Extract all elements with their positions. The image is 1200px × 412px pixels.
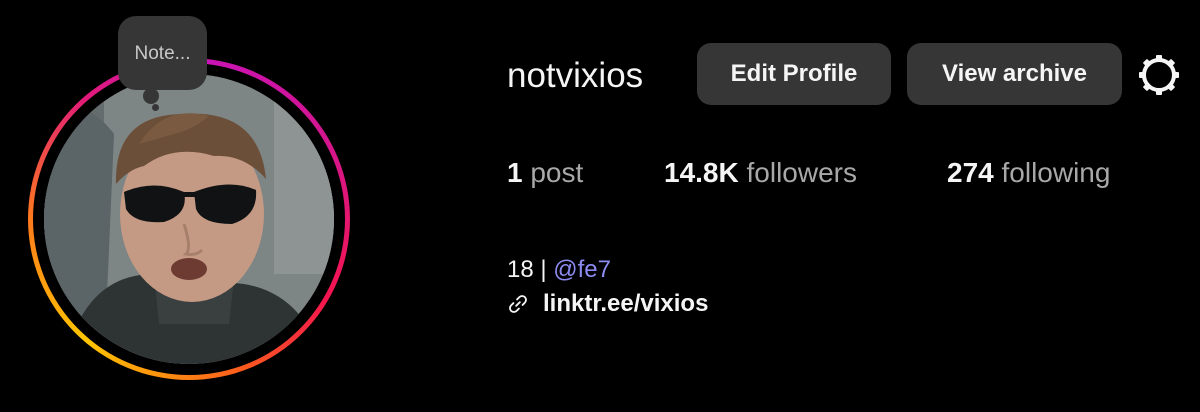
profile-header: Note... notvixios Edit Profile View arch… [0, 0, 1200, 412]
posts-count-value: 1 [507, 157, 523, 188]
followers-count-label: followers [746, 157, 857, 188]
bio-link-text: linktr.ee/vixios [543, 290, 709, 317]
edit-profile-button[interactable]: Edit Profile [697, 43, 891, 105]
view-archive-button[interactable]: View archive [907, 43, 1122, 105]
bio-mention-link[interactable]: @fe7 [553, 256, 611, 283]
bio-age-text: 18 | [507, 256, 554, 283]
followers-count-link[interactable]: 14.8K followers [664, 155, 857, 191]
following-count-link[interactable]: 274 following [947, 155, 1110, 191]
avatar-photo-image [44, 74, 334, 364]
note-bubble[interactable]: Note... [118, 16, 207, 90]
posts-count-label: post [530, 157, 584, 188]
bio-text: 18 | @fe7 [507, 254, 611, 286]
following-count-value: 274 [947, 157, 994, 188]
note-bubble-tail-small [152, 104, 159, 111]
posts-count: 1 post [507, 155, 583, 191]
followers-count-value: 14.8K [664, 157, 739, 188]
avatar-story-ring[interactable] [28, 58, 350, 380]
following-count-label: following [1001, 157, 1111, 188]
link-icon [509, 295, 527, 313]
note-bubble-tail [143, 88, 159, 104]
gear-icon[interactable] [1137, 53, 1181, 97]
note-placeholder: Note... [134, 43, 191, 64]
profile-username: notvixios [507, 56, 644, 95]
avatar[interactable] [44, 74, 334, 364]
bio-external-link[interactable]: linktr.ee/vixios [507, 288, 708, 320]
